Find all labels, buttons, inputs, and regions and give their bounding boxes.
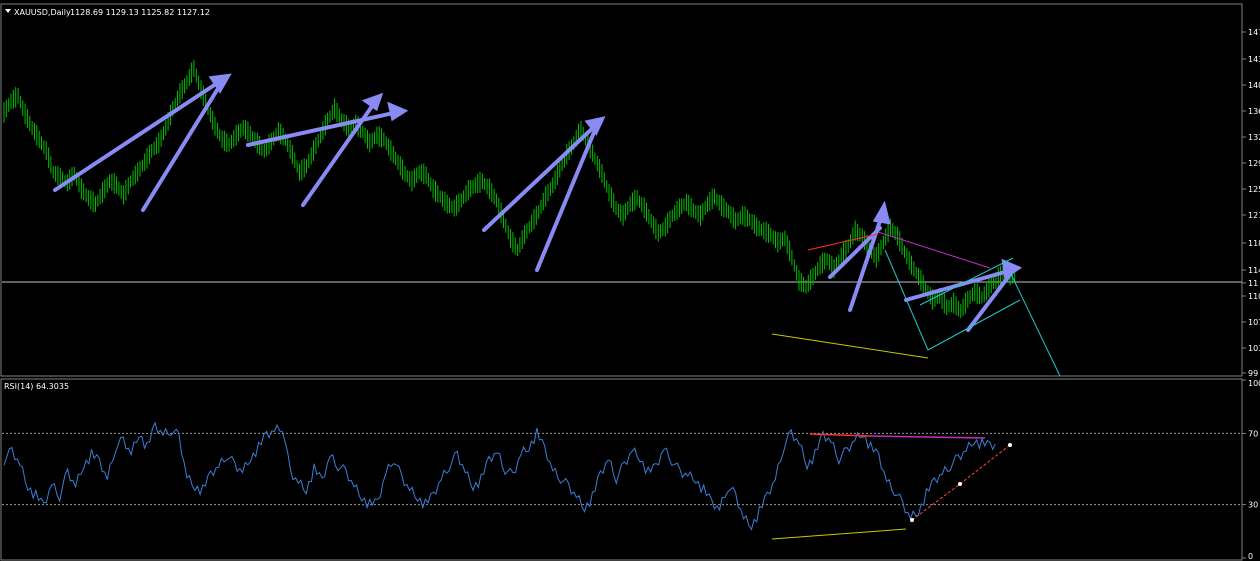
ohlc-values: 1128.69 1129.13 1125.82 1127.12 <box>70 8 210 17</box>
arrow-1b[interactable] <box>141 80 224 212</box>
price-tick-label: 107 <box>1248 318 1260 327</box>
price-tick-label: 143 <box>1248 55 1260 64</box>
rsi-axis: 100 70 30 0 <box>1242 379 1260 561</box>
arrow-2a[interactable] <box>246 110 400 147</box>
price-tick-label: 118 <box>1248 239 1260 248</box>
price-tick-label: 140 <box>1248 81 1260 90</box>
trend-arrows[interactable] <box>53 73 1023 332</box>
arrow-1a[interactable] <box>53 78 224 192</box>
rsi-tick-label: 100 <box>1248 379 1260 388</box>
channel-projection-line[interactable] <box>1009 271 1061 377</box>
price-tick-label: 125 <box>1248 185 1260 194</box>
rsi-point-1[interactable] <box>910 518 914 522</box>
price-tick-label: 99 <box>1248 369 1258 378</box>
support-line-yellow[interactable] <box>771 333 929 359</box>
price-tick-label: 136 <box>1248 107 1260 116</box>
arrow-2b-head-icon <box>361 92 384 112</box>
rsi-resistance-magenta[interactable] <box>869 435 986 439</box>
price-tick-label: 110 <box>1248 292 1260 301</box>
trading-chart[interactable]: XAUUSD,Daily 1128.69 1129.13 1125.82 112… <box>0 0 1260 561</box>
arrow-2a-head-icon <box>387 101 409 122</box>
channel-start-line[interactable] <box>884 249 929 351</box>
price-tick-label: 121 <box>1248 211 1260 220</box>
main-panel-frame <box>0 3 1243 377</box>
rsi-point-3[interactable] <box>1008 443 1012 447</box>
arrow-3a[interactable] <box>482 123 598 232</box>
rsi-tick-label: 30 <box>1248 501 1258 510</box>
rsi-label: RSI(14) 64.3035 <box>4 382 69 391</box>
collapse-triangle-icon[interactable] <box>5 9 11 13</box>
rsi-panel-frame <box>0 378 1243 561</box>
price-tick-label: 132 <box>1248 133 1260 142</box>
arrow-4b-head-icon <box>872 200 891 225</box>
rsi-point-2[interactable] <box>958 482 962 486</box>
rsi-series-line <box>3 421 996 531</box>
rsi-resistance-red[interactable] <box>809 433 871 437</box>
price-axis: 147 143 140 136 132 129 125 121 118 114 11 110 107 10… <box>1242 28 1260 378</box>
resistance-line-magenta[interactable] <box>877 231 991 269</box>
price-tick-label: 129 <box>1248 159 1260 168</box>
price-tick-label: 147 <box>1248 28 1260 37</box>
price-tick-label: 11 <box>1248 279 1258 288</box>
price-tick-label: 103 <box>1248 344 1260 353</box>
rsi-tick-label: 0 <box>1248 552 1253 561</box>
rsi-support-yellow[interactable] <box>771 528 907 540</box>
symbol-label: XAUUSD,Daily <box>14 8 71 17</box>
rsi-tick-label: 70 <box>1248 429 1258 438</box>
price-tick-label: 114 <box>1248 266 1260 275</box>
